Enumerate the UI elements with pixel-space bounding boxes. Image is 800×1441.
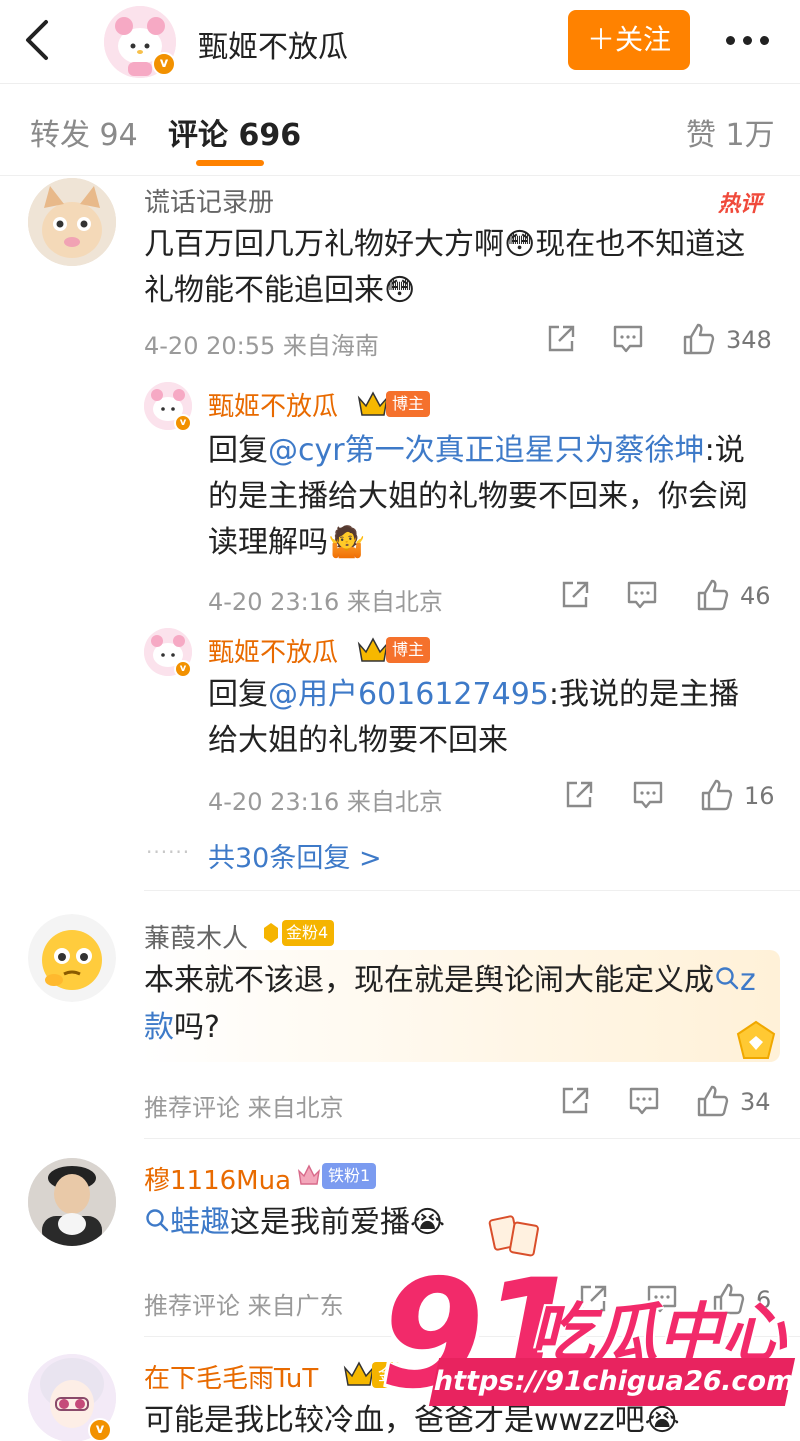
comment-meta: 4-20 20:55 来自海南 bbox=[144, 332, 379, 360]
watermark-url: https://91chigua26.com bbox=[428, 1358, 798, 1406]
comment-icon[interactable] bbox=[612, 324, 644, 358]
comment-username[interactable]: 穆1116Mua bbox=[144, 1160, 291, 1197]
reply-meta: 4-20 23:16 来自北京 bbox=[208, 588, 443, 616]
reply-username[interactable]: 甄姬不放瓜 bbox=[208, 632, 338, 669]
crown-icon bbox=[356, 388, 390, 422]
like-count: 46 bbox=[740, 582, 771, 610]
comment-username[interactable]: 在下毛毛雨TuT bbox=[144, 1358, 318, 1395]
share-icon[interactable] bbox=[564, 780, 594, 814]
ellipsis-icon: ······ bbox=[146, 840, 191, 864]
page-title[interactable]: 甄姬不放瓜 bbox=[198, 22, 348, 66]
comment-icon[interactable] bbox=[626, 580, 658, 614]
comment-text: 几百万回几万礼物好大方啊😳现在也不知道这礼物能不能追回来😳 bbox=[144, 227, 746, 308]
reply-text: 回复@用户6016127495:我说的是主播给大姐的礼物要不回来 bbox=[208, 672, 768, 764]
back-icon[interactable] bbox=[20, 18, 56, 62]
search-icon bbox=[144, 1201, 170, 1247]
divider bbox=[144, 1138, 800, 1139]
like-count: 16 bbox=[744, 782, 775, 810]
verified-icon: v bbox=[174, 414, 192, 432]
watermark: 91 吃瓜中心 https://91chigua26.com bbox=[380, 1248, 800, 1441]
tab-indicator bbox=[196, 160, 264, 166]
mention-link[interactable]: @用户6016127495 bbox=[268, 677, 549, 712]
comment-meta: 推荐评论 来自北京 bbox=[144, 1094, 344, 1122]
crown-icon bbox=[342, 1358, 376, 1392]
share-icon[interactable] bbox=[560, 1086, 590, 1120]
reply-text: 回复@cyr第一次真正追星只为蔡徐坤:说的是主播给大姐的礼物要不回来，你会阅读理… bbox=[208, 428, 768, 566]
more-icon[interactable] bbox=[722, 20, 774, 60]
fan-crown-icon bbox=[296, 1162, 322, 1192]
reply-meta: 4-20 23:16 来自北京 bbox=[208, 788, 443, 816]
reply-prefix: 回复 bbox=[208, 677, 268, 712]
crown-icon bbox=[356, 634, 390, 668]
top-bar: v 甄姬不放瓜 ＋关注 bbox=[0, 0, 800, 84]
like-icon[interactable] bbox=[682, 322, 716, 360]
hot-comment-badge: 热评 bbox=[718, 192, 763, 217]
tab-bar: 转发 94 评论 696 赞 1万 bbox=[0, 84, 800, 176]
like-icon[interactable] bbox=[696, 578, 730, 616]
search-topic-link[interactable]: 蛙趣 bbox=[170, 1205, 230, 1240]
like-icon[interactable] bbox=[696, 1084, 730, 1122]
search-icon bbox=[714, 959, 740, 1005]
verified-icon: v bbox=[174, 660, 192, 678]
comment-body-end: 吗? bbox=[174, 1009, 220, 1045]
reply-username[interactable]: 甄姬不放瓜 bbox=[208, 386, 338, 423]
verified-icon: v bbox=[152, 52, 176, 76]
blogger-badge: 博主 bbox=[386, 637, 431, 663]
tab-reposts[interactable]: 转发 94 bbox=[30, 110, 138, 154]
comment-text: 本来就不该退，现在就是舆论闹大能定义成 z款吗? bbox=[144, 958, 774, 1051]
comment-meta: 推荐评论 来自广东 bbox=[144, 1292, 344, 1320]
divider bbox=[144, 890, 800, 891]
fan-badge: 铁粉1 bbox=[322, 1163, 377, 1189]
verified-icon: v bbox=[88, 1418, 112, 1441]
comment-username[interactable]: 谎话记录册 bbox=[144, 182, 274, 219]
fan-badge: 金粉4 bbox=[282, 920, 335, 946]
like-count: 34 bbox=[740, 1088, 771, 1116]
share-icon[interactable] bbox=[546, 324, 576, 358]
avatar[interactable] bbox=[28, 914, 116, 1002]
blogger-badge: 博主 bbox=[386, 391, 431, 417]
comment-body: 这是我前爱播😭 bbox=[230, 1205, 446, 1240]
comment-body: 本来就不该退，现在就是舆论闹大能定义成 bbox=[144, 963, 714, 998]
comment-icon[interactable] bbox=[628, 1086, 660, 1120]
comment-text: 蛙趣这是我前爱播😭 bbox=[144, 1200, 704, 1247]
like-count: 348 bbox=[726, 326, 772, 354]
tab-comments[interactable]: 评论 696 bbox=[168, 110, 301, 154]
reply-prefix: 回复 bbox=[208, 433, 268, 468]
medal-icon bbox=[730, 1018, 782, 1070]
follow-button[interactable]: ＋关注 bbox=[568, 10, 690, 70]
like-icon[interactable] bbox=[700, 778, 734, 816]
avatar[interactable] bbox=[28, 178, 116, 266]
comment-icon[interactable] bbox=[632, 780, 664, 814]
share-icon[interactable] bbox=[560, 580, 590, 614]
tab-likes[interactable]: 赞 1万 bbox=[686, 110, 775, 154]
gold-fan-icon bbox=[262, 921, 280, 949]
comment-username[interactable]: 蒹葭木人 bbox=[144, 918, 248, 955]
mention-link[interactable]: @cyr第一次真正追星只为蔡徐坤 bbox=[268, 433, 705, 468]
avatar[interactable] bbox=[28, 1158, 116, 1246]
more-replies-link[interactable]: 共30条回复 > bbox=[208, 836, 382, 875]
